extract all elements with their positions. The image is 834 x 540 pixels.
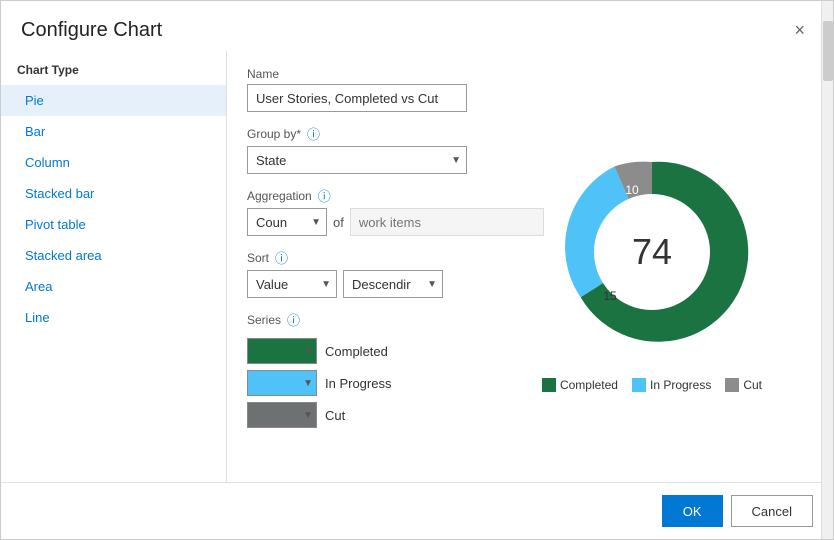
dialog-title: Configure Chart	[21, 19, 162, 42]
chart-panel: 49 15 10 74 Completed In Progress	[491, 67, 813, 466]
of-label: of	[333, 215, 344, 230]
series-section: Series ⓘ ▼ Completed	[247, 310, 467, 428]
cut-value-label: 10	[625, 183, 639, 197]
sidebar-section-label: Chart Type	[1, 59, 226, 85]
name-field-group: Name	[247, 67, 467, 112]
sort-info-icon[interactable]: ⓘ	[275, 248, 288, 267]
sidebar-item-pie[interactable]: Pie	[1, 85, 226, 116]
completed-color-swatch[interactable]	[247, 338, 317, 364]
group-by-label: Group by* ⓘ	[247, 124, 467, 143]
aggregation-label: Aggregation ⓘ	[247, 186, 467, 205]
sort-row: Value ▼ Descendir ▼	[247, 270, 467, 298]
group-by-select-wrap: State ▼	[247, 146, 467, 174]
group-by-field-group: Group by* ⓘ State ▼	[247, 124, 467, 174]
close-button[interactable]: ×	[786, 17, 813, 43]
donut-center-value: 74	[632, 231, 672, 273]
dialog-header: Configure Chart ×	[1, 1, 833, 51]
completed-series-label: Completed	[325, 344, 388, 359]
sidebar-item-line[interactable]: Line	[1, 302, 226, 333]
sort-order-select-wrap: Descendir ▼	[343, 270, 443, 298]
legend-swatch-cut	[725, 378, 739, 392]
form-panel: Name Group by* ⓘ State ▼	[247, 67, 467, 466]
scrollbar-track[interactable]	[821, 51, 833, 482]
in-progress-color-swatch[interactable]	[247, 370, 317, 396]
series-label: Series ⓘ	[247, 310, 467, 329]
legend-swatch-in-progress	[632, 378, 646, 392]
sidebar-item-stacked-bar[interactable]: Stacked bar	[1, 178, 226, 209]
chart-type-sidebar: Chart Type Pie Bar Column Stacked bar Pi…	[1, 51, 227, 482]
sort-label: Sort ⓘ	[247, 248, 467, 267]
dialog-body: Chart Type Pie Bar Column Stacked bar Pi…	[1, 51, 833, 482]
in-progress-series-label: In Progress	[325, 376, 391, 391]
name-input[interactable]	[247, 84, 467, 112]
group-by-select[interactable]: State	[247, 146, 467, 174]
in-progress-swatch-wrap: ▼	[247, 370, 317, 396]
sidebar-item-area[interactable]: Area	[1, 271, 226, 302]
donut-chart: 49 15 10 74	[542, 142, 762, 362]
sort-order-select[interactable]: Descendir	[343, 270, 443, 298]
dialog-footer: OK Cancel	[1, 482, 833, 539]
sort-by-select-wrap: Value ▼	[247, 270, 337, 298]
group-by-info-icon[interactable]: ⓘ	[307, 124, 320, 143]
series-item-completed: ▼ Completed	[247, 338, 467, 364]
ok-button[interactable]: OK	[662, 495, 723, 527]
legend-item-cut: Cut	[725, 378, 762, 392]
sidebar-item-bar[interactable]: Bar	[1, 116, 226, 147]
in-progress-value-label: 15	[603, 289, 617, 303]
completed-swatch-wrap: ▼	[247, 338, 317, 364]
name-label: Name	[247, 67, 467, 81]
cancel-button[interactable]: Cancel	[731, 495, 813, 527]
sort-by-select[interactable]: Value	[247, 270, 337, 298]
aggregation-info-icon[interactable]: ⓘ	[318, 186, 331, 205]
aggregation-field-group: Aggregation ⓘ Coun Sum ▼ of	[247, 186, 467, 236]
main-content: Name Group by* ⓘ State ▼	[227, 51, 833, 482]
aggregation-row: Coun Sum ▼ of	[247, 208, 467, 236]
legend-label-in-progress: In Progress	[650, 378, 711, 392]
configure-chart-dialog: Configure Chart × Chart Type Pie Bar Col…	[0, 0, 834, 540]
scrollbar-thumb[interactable]	[823, 51, 833, 81]
cut-swatch-wrap: ▼	[247, 402, 317, 428]
legend-swatch-completed	[542, 378, 556, 392]
sort-field-group: Sort ⓘ Value ▼ Descendir	[247, 248, 467, 298]
sidebar-item-stacked-area[interactable]: Stacked area	[1, 240, 226, 271]
cut-color-swatch[interactable]	[247, 402, 317, 428]
legend-item-in-progress: In Progress	[632, 378, 711, 392]
series-info-icon[interactable]: ⓘ	[287, 310, 300, 329]
chart-legend: Completed In Progress Cut	[542, 378, 762, 392]
legend-label-cut: Cut	[743, 378, 762, 392]
cut-series-label: Cut	[325, 408, 345, 423]
series-item-in-progress: ▼ In Progress	[247, 370, 467, 396]
sidebar-item-column[interactable]: Column	[1, 147, 226, 178]
series-item-cut: ▼ Cut	[247, 402, 467, 428]
completed-value-label: 49	[689, 245, 703, 259]
aggregation-select[interactable]: Coun Sum	[247, 208, 327, 236]
legend-label-completed: Completed	[560, 378, 618, 392]
aggregation-select-wrap: Coun Sum ▼	[247, 208, 327, 236]
sidebar-item-pivot-table[interactable]: Pivot table	[1, 209, 226, 240]
legend-item-completed: Completed	[542, 378, 618, 392]
